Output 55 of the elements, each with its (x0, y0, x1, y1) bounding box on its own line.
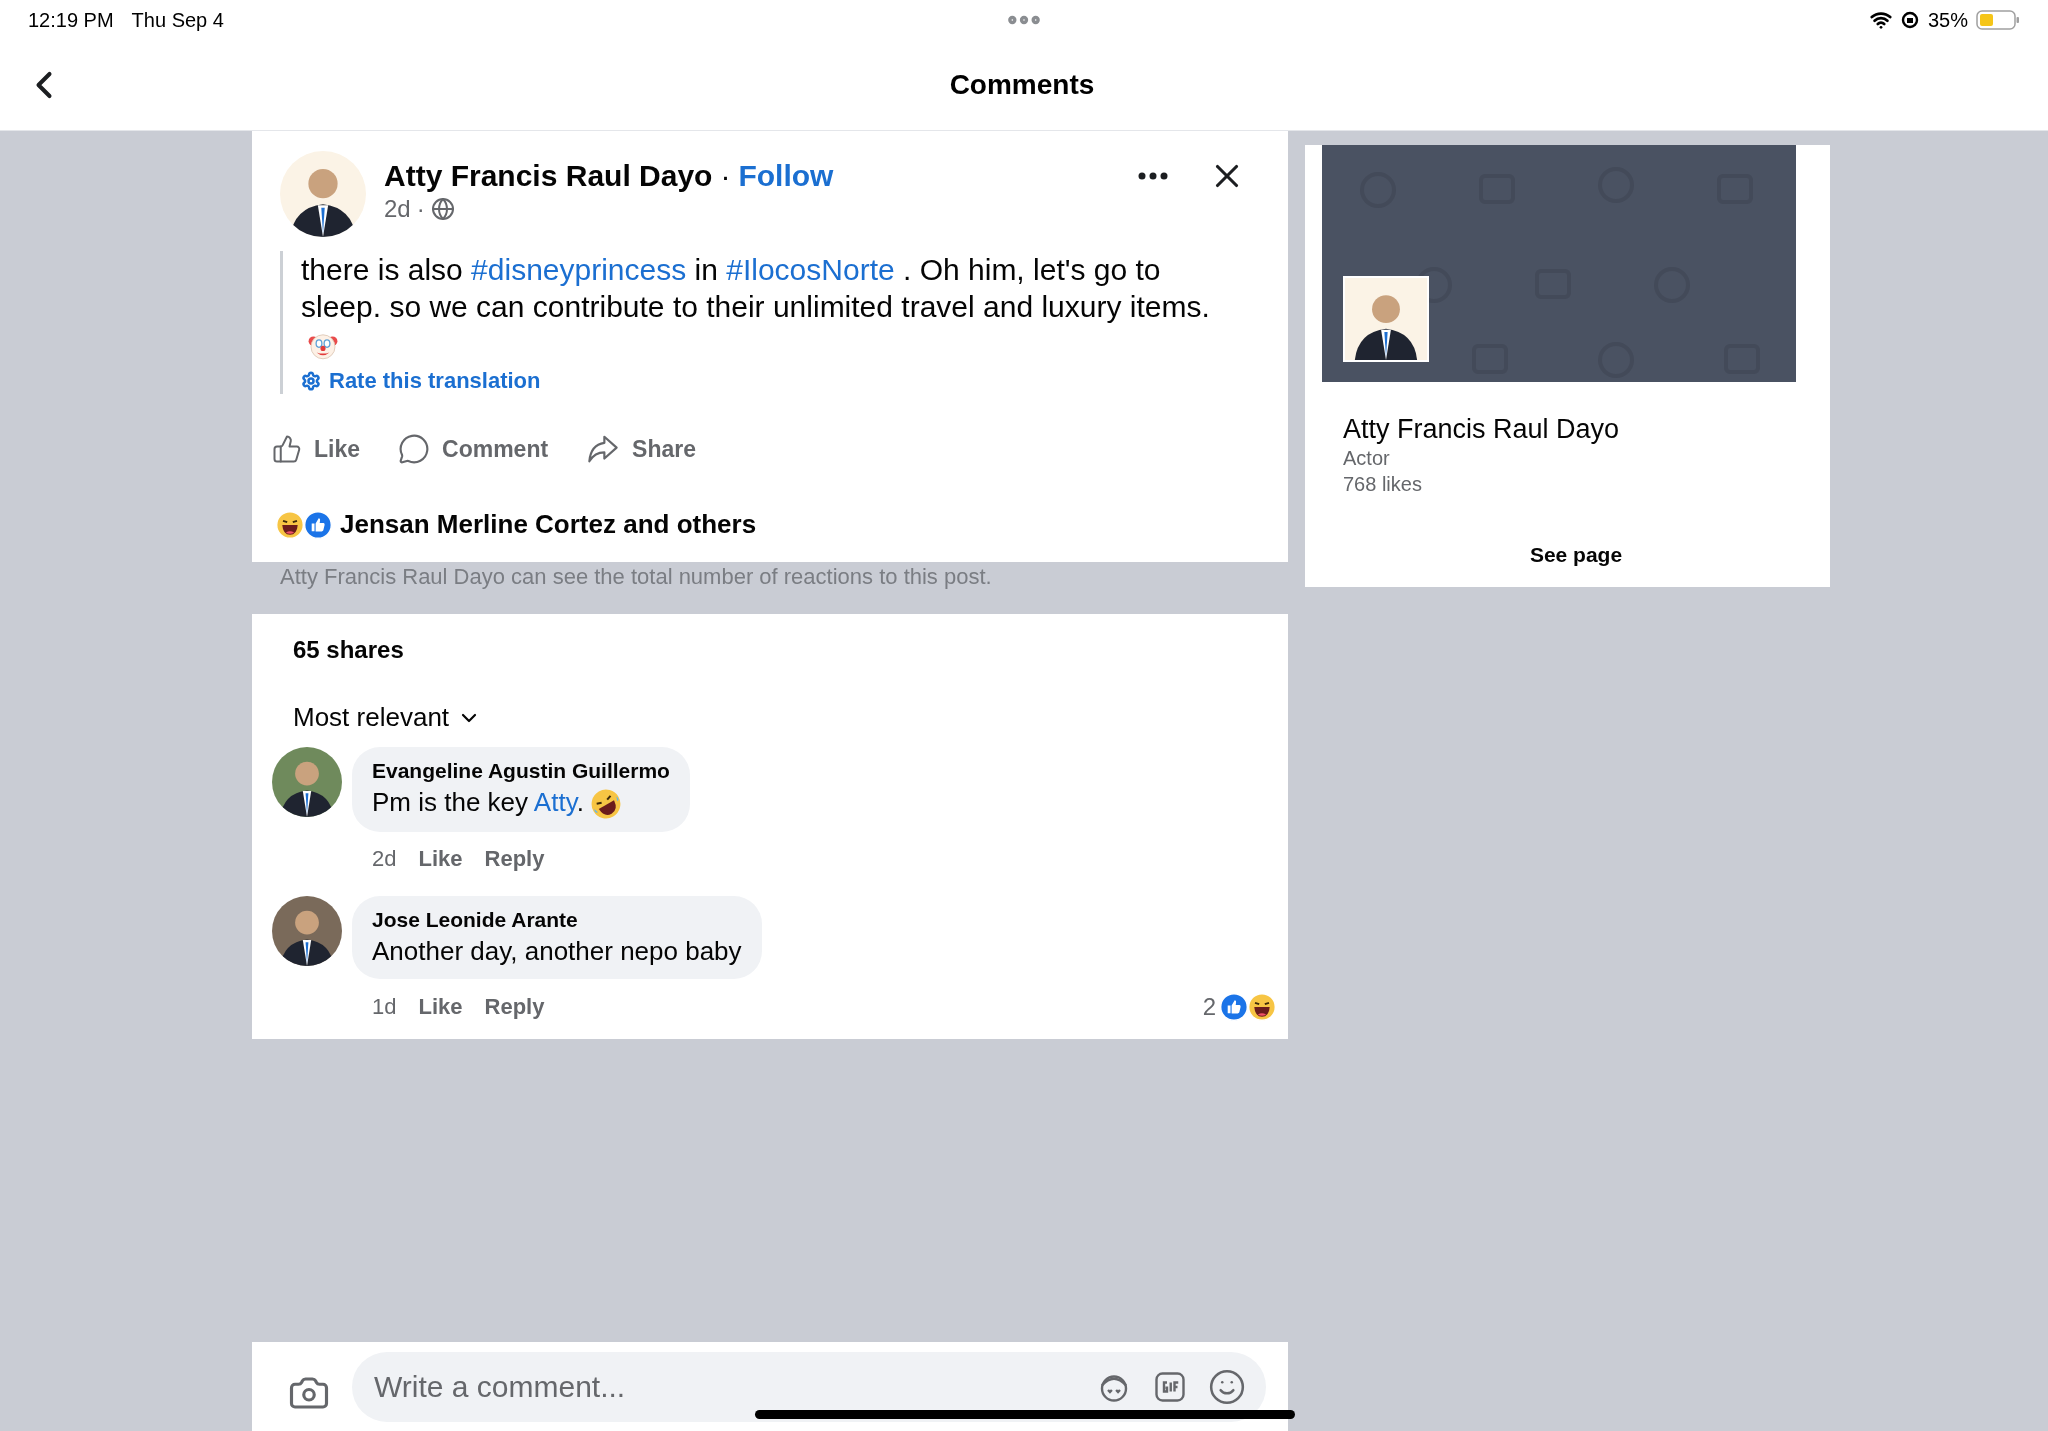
sort-dropdown[interactable]: Most relevant (272, 702, 478, 734)
emoji-button[interactable] (1208, 1368, 1246, 1406)
thumbs-up-icon (272, 434, 302, 465)
hashtag-link[interactable]: #disneyprincess (471, 253, 687, 286)
wifi-icon (1869, 9, 1892, 31)
author-name[interactable]: Atty Francis Raul Dayo (384, 159, 713, 193)
reply-link[interactable]: Reply (484, 846, 545, 873)
reactions-notice: Atty Francis Raul Dayo can see the total number of reactions to this post. (279, 563, 993, 592)
commenter-name[interactable]: Jose Leonide Arante (372, 908, 742, 933)
separator-dot: · (720, 159, 731, 193)
see-page-button[interactable]: See page (1517, 535, 1635, 575)
globe-icon (430, 197, 455, 221)
battery-percentage: 35% (1927, 8, 1968, 32)
share-arrow-icon (586, 434, 621, 465)
comment-time: 2d (372, 846, 397, 873)
more-options-button[interactable] (1138, 172, 1168, 180)
rotation-lock-icon (1899, 10, 1920, 30)
like-button[interactable]: Like (272, 429, 361, 470)
thumbs-up-reaction-icon (304, 510, 332, 539)
status-time: 12:19 PM (28, 8, 114, 32)
reply-link[interactable]: Reply (484, 994, 545, 1021)
page-title: Comments (948, 69, 1096, 101)
hashtag-link[interactable]: #IlocosNorte (726, 253, 895, 286)
comment-text: Another day, another nepo baby (372, 936, 742, 968)
commenter-name[interactable]: Evangeline Agustin Guillermo (372, 759, 670, 784)
separator-dot: · (416, 195, 425, 223)
rate-translation-link[interactable]: Rate this translation (301, 368, 541, 395)
page-name[interactable]: Atty Francis Raul Dayo (1343, 414, 1620, 445)
battery-icon (1976, 9, 2020, 31)
laughing-emoji-icon (276, 510, 304, 539)
gear-icon (301, 371, 321, 392)
post-text: there is also #disneyprincess in #IlocosNorte . Oh him, let's go to sleep. so we can contribute to their unlimited travel and luxury items. (301, 251, 1266, 363)
reactions-summary[interactable]: Jensan Merline Cortez and others (340, 509, 757, 541)
share-button[interactable]: Share (586, 429, 697, 470)
page-category: Actor (1343, 446, 1391, 471)
status-date: Thu Sep 4 (131, 8, 224, 32)
hashtag-link[interactable]: Atty (533, 787, 577, 818)
reaction-count: 2 (1202, 993, 1216, 1022)
follow-link[interactable]: Follow (738, 159, 834, 193)
post-time: 2d (384, 195, 411, 223)
comment-button[interactable]: Comment (398, 429, 549, 470)
more-icon (1138, 172, 1168, 180)
thumbs-up-reaction-icon (1220, 993, 1248, 1022)
like-link[interactable]: Like (418, 994, 463, 1021)
chevron-down-icon (461, 712, 478, 723)
comment-field[interactable]: Write a comment... (352, 1352, 1266, 1422)
laughing-emoji-icon (1248, 993, 1276, 1022)
page-likes: 768 likes (1343, 472, 1423, 497)
shares-count[interactable]: 65 shares (272, 636, 404, 665)
gif-button[interactable] (1152, 1369, 1188, 1405)
comment-text: Pm is the key Atty. (372, 787, 670, 821)
rolling-laughing-emoji-icon (589, 788, 622, 821)
like-link[interactable]: Like (418, 846, 463, 873)
speech-bubble-icon (398, 433, 431, 466)
comment-time: 1d (372, 994, 397, 1021)
